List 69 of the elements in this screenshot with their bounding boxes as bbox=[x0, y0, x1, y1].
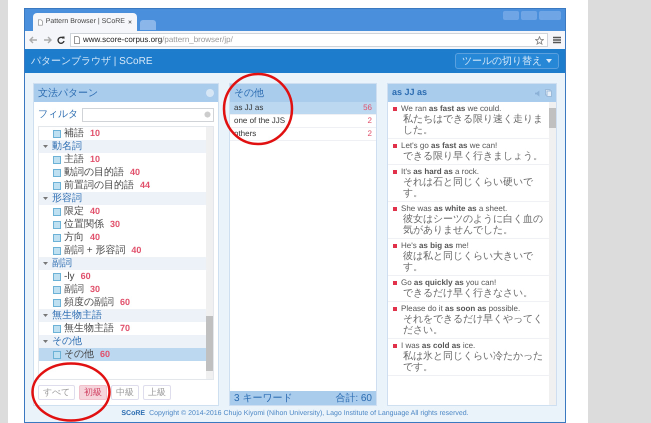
page-icon bbox=[38, 18, 43, 26]
tree-group[interactable]: 形容詞 bbox=[39, 192, 206, 205]
clear-icon[interactable] bbox=[204, 111, 211, 118]
tree-group[interactable]: 副詞 bbox=[39, 257, 206, 270]
caret-icon bbox=[546, 59, 552, 63]
example-sentence: Go as quickly as you can! bbox=[401, 278, 498, 288]
translation-text: それをできるだけ早くやってください。 bbox=[402, 314, 544, 336]
keyword-count: 3 キーワード bbox=[234, 392, 292, 406]
tree-group[interactable]: 無生物主語 bbox=[39, 309, 206, 322]
reload-icon[interactable] bbox=[57, 36, 65, 44]
triangle-icon bbox=[43, 313, 48, 318]
menu-icon[interactable] bbox=[553, 36, 561, 44]
translation-text: それは石と同じくらい硬いです。 bbox=[402, 177, 534, 199]
example-sentence: Let's go as fast as we can! bbox=[401, 141, 498, 151]
example-sentence: It's as hard as a rock. bbox=[401, 167, 480, 177]
example-sentence: I was as cold as ice. bbox=[401, 341, 476, 350]
triangle-icon bbox=[43, 339, 48, 344]
bullet-icon bbox=[393, 207, 397, 211]
bullet-icon bbox=[393, 107, 397, 111]
list-icon bbox=[53, 350, 61, 358]
translation-text: 彼女はシーツのように白く血の気がありませんでした。 bbox=[402, 214, 544, 236]
bullet-icon bbox=[393, 281, 397, 285]
bullet-icon bbox=[393, 144, 397, 148]
panel-title: as JJ as bbox=[392, 86, 428, 100]
list-icon bbox=[53, 130, 61, 138]
keyword-row[interactable]: as JJ as 56 bbox=[230, 102, 376, 115]
example-sentence: Please do it as soon as possible. bbox=[401, 304, 522, 314]
url-text: www.score-corpus.org/pattern_browser/jp/ bbox=[83, 34, 233, 46]
bullet-icon bbox=[393, 344, 397, 348]
app-title: パターンブラウザ | SCoRE bbox=[31, 54, 152, 68]
scrollbar[interactable] bbox=[206, 127, 213, 379]
translation-text: 私たちはできる限り速く走りました。 bbox=[402, 114, 544, 136]
close-icon[interactable] bbox=[128, 19, 132, 25]
total-count: 合計: 60 bbox=[335, 392, 372, 406]
tree-item[interactable]: その他 60 bbox=[39, 348, 206, 361]
star-icon[interactable] bbox=[535, 36, 544, 44]
translation-text: できる限り早く行きましょう。 bbox=[402, 151, 543, 162]
triangle-icon bbox=[43, 144, 48, 149]
maximize-button[interactable] bbox=[521, 11, 537, 20]
translation-text: 私は氷と同じくらい冷たかったです。 bbox=[402, 351, 544, 373]
back-icon[interactable] bbox=[29, 36, 38, 44]
forward-icon[interactable] bbox=[43, 36, 52, 44]
bullet-icon bbox=[393, 244, 397, 248]
close-button[interactable] bbox=[539, 11, 561, 20]
example-sentence: He's as big as me! bbox=[401, 241, 470, 250]
info-icon[interactable] bbox=[206, 89, 214, 97]
new-tab-button[interactable] bbox=[140, 20, 156, 30]
translation-text: 彼は私と同じくらい大きいです。 bbox=[402, 251, 534, 273]
scrollbar[interactable] bbox=[549, 102, 556, 405]
triangle-icon bbox=[43, 196, 48, 201]
tree-group[interactable]: 動名詞 bbox=[39, 140, 206, 153]
example-sentence: She was as white as a sheet. bbox=[401, 204, 508, 214]
panel-title: その他 bbox=[234, 86, 264, 100]
minimize-button[interactable] bbox=[503, 11, 519, 20]
example-sentence: We ran as fast as we could. bbox=[401, 104, 502, 114]
filter-field[interactable] bbox=[82, 108, 214, 122]
copy-icon[interactable] bbox=[545, 89, 552, 97]
page-icon bbox=[74, 36, 80, 44]
bullet-icon bbox=[393, 307, 397, 311]
bullet-icon bbox=[393, 170, 397, 174]
list-icon bbox=[53, 324, 61, 332]
speaker-icon[interactable] bbox=[535, 90, 542, 96]
keyword-row[interactable]: one of the JJS 2 bbox=[230, 115, 376, 128]
triangle-icon bbox=[43, 261, 48, 266]
filter-label: フィルタ bbox=[38, 108, 78, 122]
address-bar[interactable]: www.score-corpus.org/pattern_browser/jp/ bbox=[70, 33, 548, 47]
tree-group[interactable]: その他 bbox=[39, 335, 206, 348]
panel-title: 文法パターン bbox=[38, 86, 98, 100]
translation-text: できるだけ早く行きなさい。 bbox=[402, 288, 533, 299]
